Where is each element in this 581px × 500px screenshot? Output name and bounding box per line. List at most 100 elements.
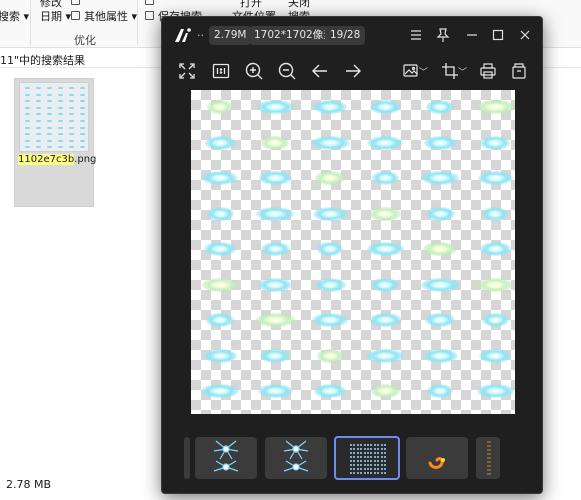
filmstrip-thumb[interactable] [476, 437, 500, 479]
filmstrip-thumb[interactable] [195, 437, 257, 479]
sprite-frame [476, 384, 514, 398]
thumbnail-dot [47, 146, 52, 149]
thumbnail-dot [350, 460, 352, 462]
thumbnail-dot [356, 452, 359, 454]
thumbnail-dot [58, 100, 63, 103]
crop-icon[interactable] [440, 61, 460, 81]
thumbnail-dot [47, 139, 52, 142]
thumbnail-dot [58, 146, 63, 149]
thumbnail-dot [58, 87, 63, 89]
viewer-toolbar: ﹀ ﹀ [162, 53, 542, 89]
thumbnail-dot [360, 444, 363, 446]
thumbnail-dot [360, 448, 363, 450]
filmstrip-thumb-selected[interactable] [334, 436, 400, 480]
recent-search-icon [145, 0, 154, 5]
sprite-frame [425, 206, 455, 221]
thumbnail-dot [36, 139, 41, 142]
close-icon[interactable] [516, 26, 534, 44]
thumbnail-dot [69, 93, 74, 96]
ribbon-modify-date-button[interactable]: 日期 ▾ [40, 10, 71, 23]
thumbnail-dot [356, 456, 359, 458]
thumbnail-dot [373, 468, 376, 470]
ribbon-modify-date-label-top[interactable]: 修改 [40, 0, 62, 9]
thumbnail-dot [373, 472, 376, 474]
zoom-in-icon[interactable] [244, 61, 264, 81]
sprite-frame [314, 384, 346, 398]
thumbnail-dot [47, 100, 52, 103]
thumbnail-dot [36, 100, 41, 103]
chevron-down-icon[interactable]: ﹀ [419, 65, 428, 78]
ribbon-other-properties-button[interactable]: 其他属性 ▾ [84, 10, 137, 23]
sprite-frame [482, 206, 508, 221]
thumbnail-dot [80, 93, 85, 96]
ribbon-close-search-label-top[interactable]: 关闭 [288, 0, 310, 9]
menu-icon[interactable] [407, 26, 425, 44]
sprite-frame [477, 277, 513, 292]
viewer-titlebar[interactable]: .. 2.79M 1702*1702像素 19/28 [162, 17, 542, 53]
thumbnail-dot [367, 452, 369, 454]
thumbnail-dot [384, 460, 386, 462]
thumbnail-dot [350, 468, 352, 470]
thumbnail-dot [25, 146, 30, 149]
minimize-icon[interactable] [463, 26, 481, 44]
thumbnail-dot [356, 448, 359, 450]
thumbnail-dot [69, 139, 74, 142]
thumbnail-dot [47, 120, 52, 122]
sprite-frame [260, 348, 290, 363]
ribbon-sort-button[interactable]: 搜索 ▾ [0, 10, 29, 23]
thumbnail-dot [69, 146, 74, 149]
thumbnail-dot [36, 113, 41, 116]
thumbnail-dot [370, 464, 373, 466]
maximize-icon[interactable] [489, 26, 507, 44]
thumbnail-dot [25, 93, 30, 96]
sprite-frame [477, 171, 513, 185]
thumbnail-dot [370, 460, 373, 462]
thumbnail-dot [36, 106, 41, 109]
ribbon-open-location-label-top[interactable]: 打开 [240, 0, 262, 9]
next-icon[interactable] [343, 61, 363, 81]
filmstrip-thumb[interactable] [406, 437, 468, 479]
thumbnail-dot [360, 452, 363, 454]
thumbnail-dot [80, 133, 85, 136]
sprite-frame [371, 171, 399, 185]
sprite-frame [366, 348, 404, 363]
file-size-badge: 2.79M [209, 26, 252, 45]
thumbnail-dot [380, 448, 383, 450]
thumbnail-dot [353, 456, 356, 458]
thumbnail-dot [356, 472, 359, 474]
pin-icon[interactable] [434, 26, 452, 44]
thumbnail-dot [370, 448, 373, 450]
export-icon[interactable] [509, 61, 529, 81]
thumbnail-dot [69, 113, 74, 116]
thumbnail-dot [380, 444, 383, 446]
thumbnail-dot [350, 444, 352, 446]
kind-icon [71, 0, 80, 5]
chevron-down-icon[interactable]: ﹀ [458, 65, 467, 78]
thumbnail-dot [69, 133, 74, 136]
print-icon[interactable] [478, 61, 498, 81]
file-item[interactable]: 1102e7c3b.png [14, 78, 96, 207]
sprite-frame [260, 242, 290, 256]
thumbnail-dot [80, 106, 85, 109]
sprite-frame [313, 100, 347, 114]
actual-size-icon[interactable] [211, 61, 231, 81]
filmstrip-edge [184, 437, 190, 479]
thumbnail-dot [380, 464, 383, 466]
sprite-frame [369, 206, 401, 221]
thumbnail-dot [370, 468, 373, 470]
previous-icon[interactable] [310, 61, 330, 81]
thumbnail-dot [356, 468, 359, 470]
zoom-out-icon[interactable] [277, 61, 297, 81]
sprite-frame [421, 171, 459, 185]
image-menu-icon[interactable] [401, 61, 421, 81]
sprite-frame [475, 100, 515, 114]
thumbnail-dot [377, 448, 380, 450]
thumbnail-dot [363, 448, 366, 450]
image-canvas[interactable] [191, 90, 515, 414]
sprite-frame [370, 384, 400, 398]
thumbnail-dot [367, 472, 369, 474]
filmstrip-thumb[interactable] [265, 437, 327, 479]
sprite-frame [427, 384, 453, 398]
fullscreen-icon[interactable] [177, 61, 197, 81]
sprite-frame [426, 100, 454, 114]
